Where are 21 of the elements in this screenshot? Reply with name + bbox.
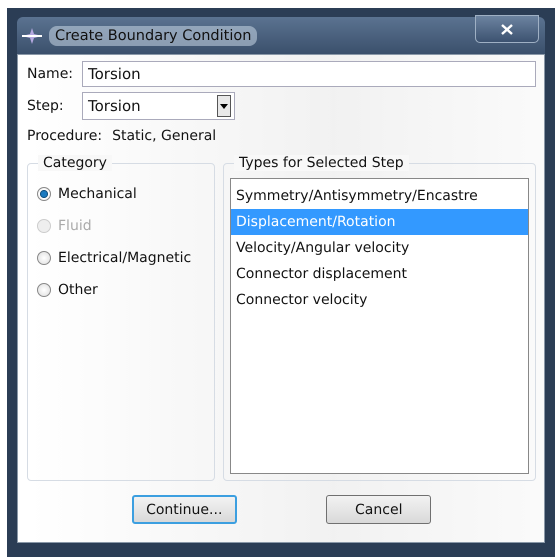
close-icon	[501, 24, 513, 34]
list-item[interactable]: Symmetry/Antisymmetry/Encastre	[231, 183, 528, 209]
radio-option[interactable]: Other	[34, 274, 208, 306]
cancel-button[interactable]: Cancel	[326, 495, 432, 524]
continue-button[interactable]: Continue...	[132, 495, 237, 524]
step-dropdown[interactable]: Torsion	[82, 92, 235, 120]
name-label: Name:	[27, 66, 74, 82]
name-field[interactable]: Torsion	[82, 61, 536, 87]
group-title: Types for Selected Step	[234, 155, 409, 171]
procedure-label: Procedure:	[27, 128, 102, 144]
step-label: Step:	[27, 98, 65, 114]
list-item[interactable]: Connector displacement	[231, 261, 528, 287]
group-title: Category	[38, 155, 112, 171]
window-title: Create Boundary Condition	[49, 26, 258, 46]
procedure-value: Static, General	[112, 128, 216, 144]
close-button[interactable]	[475, 15, 539, 43]
radio-option[interactable]: Electrical/Magnetic	[34, 242, 208, 274]
list-item[interactable]: Velocity/Angular velocity	[231, 235, 528, 261]
cross-icon	[21, 26, 43, 44]
list-item[interactable]: Connector velocity	[231, 287, 528, 313]
radio-option[interactable]: Mechanical	[34, 178, 208, 210]
